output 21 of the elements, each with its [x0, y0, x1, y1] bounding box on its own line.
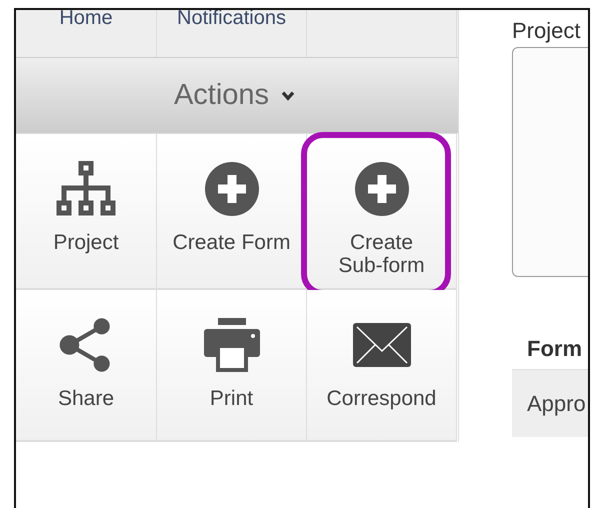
- action-label: Create Sub-form: [337, 231, 426, 277]
- chevron-icon: [281, 90, 296, 100]
- actions-dropdown[interactable]: Actions: [168, 79, 302, 112]
- field-label: Project: [512, 18, 582, 44]
- action-label: Project: [52, 231, 120, 254]
- action-tile[interactable]: Print: [157, 290, 307, 442]
- action-label: Correspond: [326, 387, 438, 410]
- table-row[interactable]: Appro: [512, 370, 588, 437]
- action-tile[interactable]: Create Form: [157, 134, 307, 290]
- plus-circle-icon: [204, 161, 260, 217]
- action-label: Print: [208, 387, 254, 410]
- column-header: Form: [527, 336, 582, 362]
- action-tile[interactable]: Share: [16, 290, 157, 442]
- action-tile[interactable]: Project: [16, 134, 157, 290]
- action-label: Share: [56, 387, 116, 410]
- action-label: Create Form: [172, 231, 292, 254]
- plus-circle-icon: [354, 161, 410, 217]
- nav-tab[interactable]: Home: [59, 10, 113, 28]
- printer-icon: [204, 317, 260, 373]
- action-tile[interactable]: Correspond: [307, 290, 457, 442]
- sitemap-icon: [56, 161, 116, 217]
